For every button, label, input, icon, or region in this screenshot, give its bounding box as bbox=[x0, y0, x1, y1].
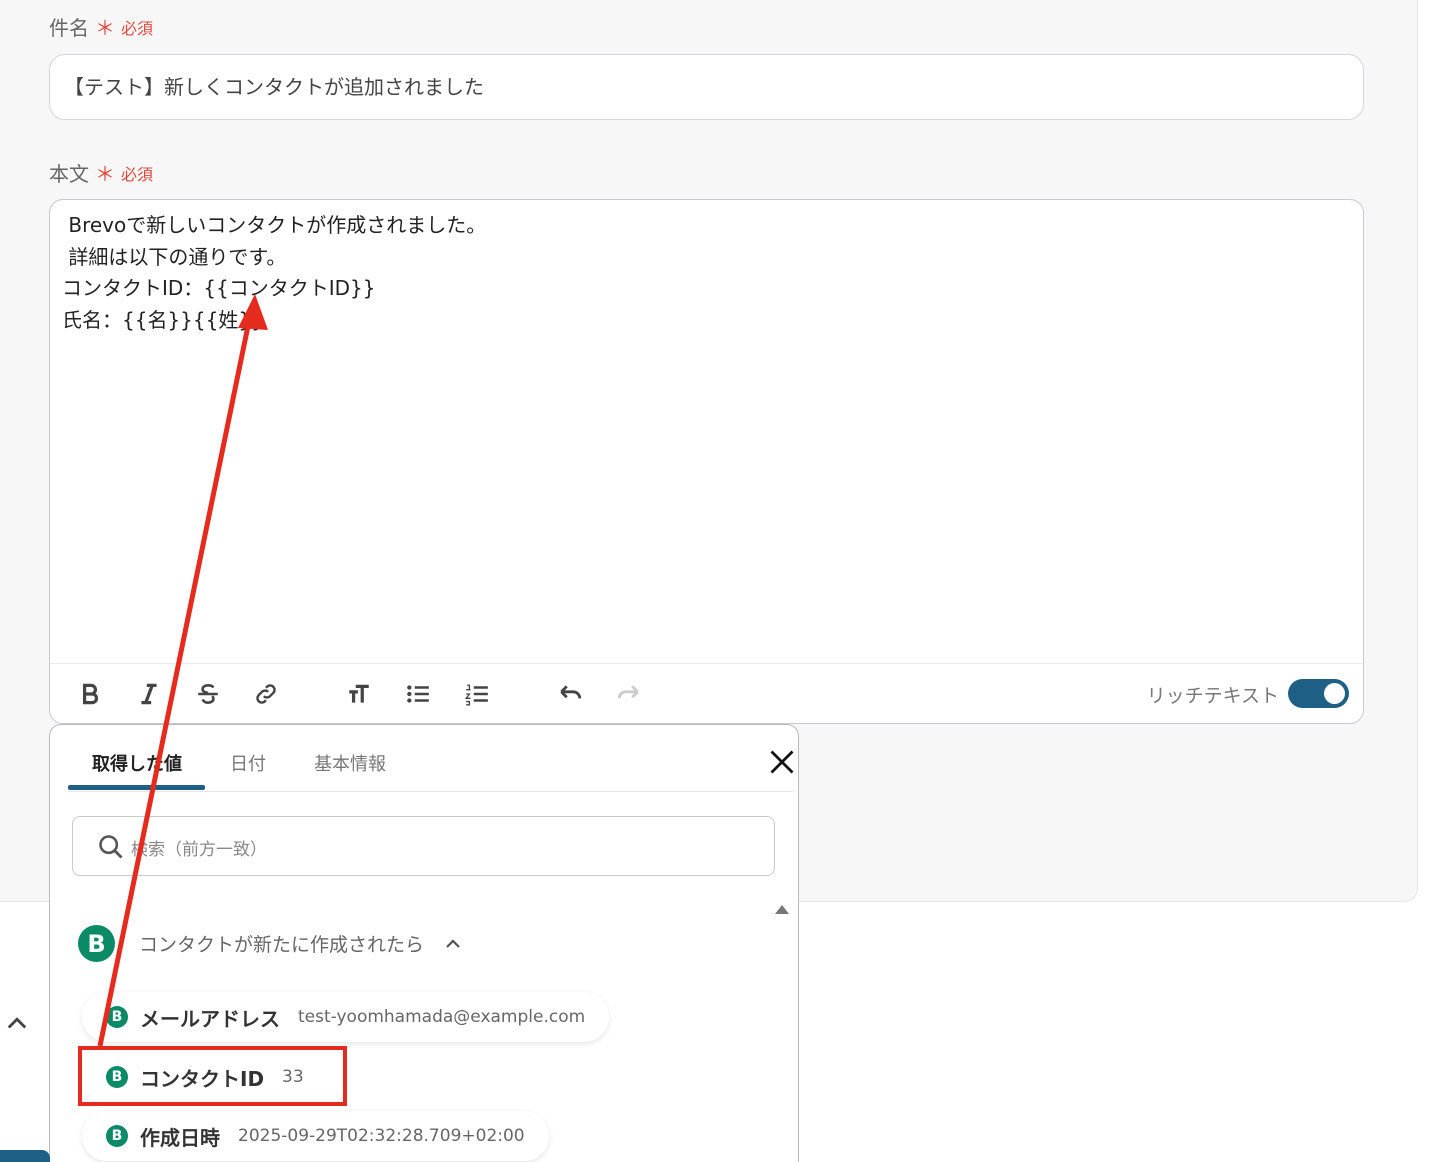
body-label-text: 本文 bbox=[49, 162, 89, 186]
redo-icon[interactable] bbox=[613, 678, 645, 710]
body-line: コンタクトID：{{コンタクトID}} bbox=[62, 276, 376, 300]
body-line: 詳細は以下の通りです。 bbox=[62, 244, 287, 269]
subject-input[interactable]: 【テスト】新しくコンタクトが追加されました bbox=[49, 54, 1364, 120]
close-icon[interactable] bbox=[768, 748, 796, 776]
brevo-logo-icon: B bbox=[106, 1125, 128, 1147]
chip-value: 2025-09-29T02:32:28.709+02:00 bbox=[238, 1126, 525, 1146]
chevron-up-icon[interactable] bbox=[6, 1012, 28, 1032]
brevo-logo-icon: B bbox=[106, 1006, 128, 1028]
text-size-icon[interactable] bbox=[343, 678, 375, 710]
tab-acquired-values[interactable]: 取得した値 bbox=[92, 750, 182, 776]
body-editor[interactable]: Brevoで新しいコンタクトが作成されました。 詳細は以下の通りです。 コンタク… bbox=[49, 199, 1364, 724]
italic-icon[interactable] bbox=[133, 678, 165, 710]
link-icon[interactable] bbox=[250, 678, 282, 710]
active-tab-indicator bbox=[68, 785, 205, 790]
search-field[interactable]: 検索（前方一致） bbox=[72, 816, 775, 876]
chip-label: 作成日時 bbox=[140, 1125, 220, 1150]
search-input[interactable]: 検索（前方一致） bbox=[131, 835, 267, 860]
tab-basic-info[interactable]: 基本情報 bbox=[314, 750, 386, 776]
required-asterisk: ＊ bbox=[95, 162, 115, 186]
body-line: 氏名：{{名}}{{姓}} bbox=[62, 307, 264, 332]
tab-date[interactable]: 日付 bbox=[230, 750, 266, 776]
required-text: 必須 bbox=[121, 164, 154, 184]
body-label: 本文 ＊ 必須 bbox=[49, 158, 153, 187]
required-asterisk: ＊ bbox=[95, 16, 115, 40]
subject-label: 件名 ＊ 必須 bbox=[49, 12, 153, 41]
numbered-list-icon[interactable] bbox=[461, 678, 493, 710]
bold-icon[interactable] bbox=[74, 678, 106, 710]
bottom-action-button[interactable] bbox=[0, 1150, 50, 1162]
highlight-box bbox=[78, 1046, 347, 1106]
strikethrough-icon[interactable] bbox=[192, 678, 224, 710]
body-content[interactable]: Brevoで新しいコンタクトが作成されました。 詳細は以下の通りです。 コンタク… bbox=[62, 210, 486, 336]
variable-chip-email[interactable]: B メールアドレス test-yoomhamada@example.com bbox=[82, 992, 610, 1042]
chip-label: メールアドレス bbox=[140, 1006, 280, 1031]
trigger-group-header[interactable]: B コンタクトが新たに作成されたら bbox=[78, 925, 462, 962]
subject-label-text: 件名 bbox=[49, 16, 89, 40]
variable-chip-created-at[interactable]: B 作成日時 2025-09-29T02:32:28.709+02:00 bbox=[82, 1111, 549, 1161]
brevo-logo-icon: B bbox=[78, 925, 115, 962]
rich-text-toggle[interactable] bbox=[1288, 679, 1349, 708]
search-icon bbox=[99, 835, 123, 859]
undo-icon[interactable] bbox=[554, 678, 586, 710]
scroll-up-arrow-icon[interactable] bbox=[775, 905, 789, 914]
popup-tabs: 取得した値 日付 基本情報 bbox=[68, 725, 796, 792]
chevron-up-icon[interactable] bbox=[444, 935, 462, 953]
body-line: Brevoで新しいコンタクトが作成されました。 bbox=[62, 213, 487, 237]
toggle-knob bbox=[1324, 683, 1345, 704]
rich-text-label: リッチテキスト bbox=[1146, 685, 1279, 707]
editor-toolbar: リッチテキスト bbox=[50, 663, 1363, 723]
chip-value: test-yoomhamada@example.com bbox=[298, 1007, 586, 1027]
required-text: 必須 bbox=[121, 18, 154, 38]
bullet-list-icon[interactable] bbox=[402, 678, 434, 710]
group-title: コンタクトが新たに作成されたら bbox=[139, 934, 425, 956]
